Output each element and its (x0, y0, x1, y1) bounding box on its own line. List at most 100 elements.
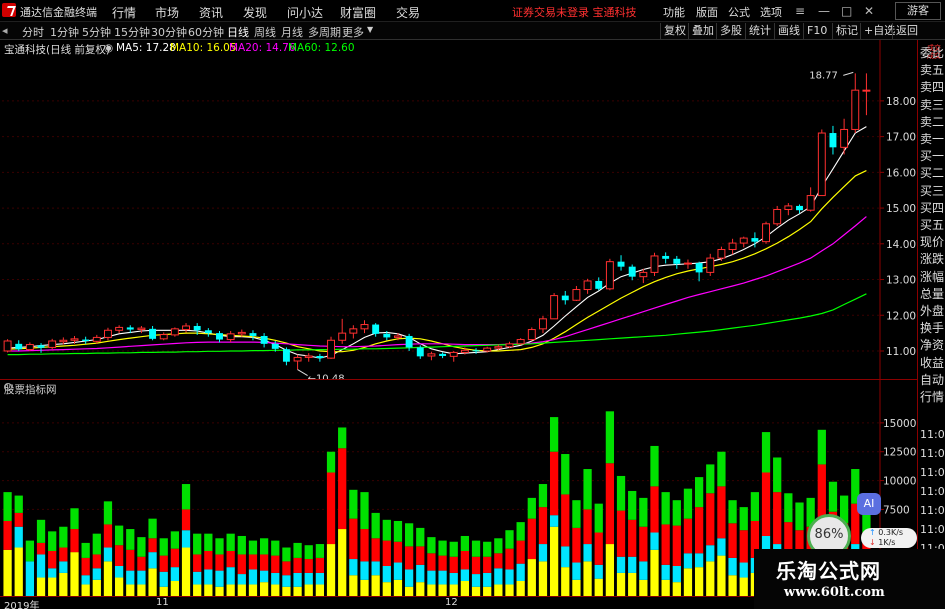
period-tab-more[interactable]: 更多 (342, 24, 364, 40)
volume-bar-segment (48, 568, 57, 578)
side-panel-item[interactable]: 涨幅 (920, 270, 945, 284)
side-panel-item[interactable]: 委比 (920, 46, 945, 60)
side-panel-item[interactable]: 涨跌 (920, 252, 945, 266)
volume-bar-segment (661, 564, 670, 580)
volume-bar-segment (516, 563, 525, 581)
volume-bar-segment (583, 561, 592, 596)
side-panel-item[interactable]: 买二 (920, 166, 945, 180)
volume-bar-segment (828, 481, 838, 512)
side-panel-item[interactable]: 现价 (920, 235, 945, 249)
period-tab-1min[interactable]: 1分钟 (50, 24, 79, 40)
toolbar-adjust-button[interactable]: 复权 (660, 23, 689, 39)
period-tab-5min[interactable]: 5分钟 (82, 24, 111, 40)
volume-bar-segment (248, 540, 258, 555)
menu-ask[interactable]: 问小达 (287, 4, 323, 21)
candle-body-up (639, 271, 648, 278)
side-panel-item[interactable]: 卖五 (920, 63, 945, 77)
toolbar-mark-button[interactable]: 标记 (832, 23, 861, 39)
side-panel-item[interactable]: 买五 (920, 218, 945, 232)
ai-assistant-button[interactable]: AI (857, 493, 881, 515)
menu-discover[interactable]: 发现 (243, 4, 267, 21)
legend-settings-icon[interactable]: ◉ (104, 42, 113, 54)
collapse-arrow-icon[interactable]: ◂ (2, 24, 8, 37)
volume-bar-segment (382, 519, 391, 541)
period-tab-weekly[interactable]: 周线 (254, 24, 276, 40)
candle (539, 315, 547, 334)
price-tick-label: 16.00 (886, 167, 916, 179)
minimize-icon[interactable]: — (818, 4, 830, 18)
side-panel-item[interactable]: 买三 (920, 184, 945, 198)
menu-formula[interactable]: 公式 (728, 4, 750, 20)
toolbar-f10-button[interactable]: F10 (803, 23, 830, 39)
side-panel-item[interactable]: 收益 (920, 356, 945, 370)
volume-bar-segment (784, 493, 793, 523)
menu-news[interactable]: 资讯 (199, 4, 223, 21)
volume-bar-segment (416, 582, 425, 596)
side-panel-item[interactable]: 买四 (920, 201, 945, 215)
side-panel-item[interactable]: 净资 (920, 338, 945, 352)
volume-bar-segment (572, 500, 581, 528)
candle-body-up (182, 325, 190, 331)
guest-button[interactable]: 游客 (895, 2, 941, 20)
side-panel-item[interactable]: 总量 (920, 287, 945, 301)
candle-body-down (695, 263, 703, 273)
menu-quotes[interactable]: 行情 (112, 4, 136, 21)
candle-body-up (773, 208, 782, 225)
candle-body-up (449, 351, 458, 357)
side-panel-item[interactable]: 卖四 (920, 80, 945, 94)
menu-trade[interactable]: 交易 (396, 4, 420, 21)
candle-body-down (82, 339, 90, 341)
toolbar-stats-button[interactable]: 统计 (745, 23, 774, 39)
close-icon[interactable]: ✕ (864, 4, 874, 18)
volume-bar-segment (371, 512, 380, 539)
period-tab-30min[interactable]: 30分钟 (151, 24, 187, 40)
volume-bar-segment (538, 507, 548, 545)
volume-bar-segment (561, 546, 570, 568)
volume-bar-segment (360, 561, 369, 580)
toolbar-back-button[interactable]: 返回 (892, 23, 921, 39)
indicator-settings-icon[interactable] (4, 383, 12, 391)
volume-bar-segment (193, 584, 202, 596)
menu-options[interactable]: 选项 (760, 4, 782, 20)
trade-login-notice[interactable]: 证券交易未登录 宝通科技 (512, 4, 637, 20)
period-tab-60min[interactable]: 60分钟 (188, 24, 224, 40)
period-tab-daily[interactable]: 日线 (227, 24, 249, 40)
side-panel-item[interactable]: 卖三 (920, 98, 945, 112)
menu-wealth-circle[interactable]: 财富圈 (340, 4, 376, 21)
side-panel-item[interactable]: 买一 (920, 149, 945, 163)
side-panel-item[interactable]: 换手 (920, 321, 945, 335)
high-price-label: 18.77 (809, 70, 838, 81)
kline-chart[interactable]: 18.77←10.48 18.0017.0016.0015.0014.0013.… (0, 40, 945, 380)
side-panel-item[interactable]: 行情 (920, 390, 945, 404)
menu-market[interactable]: 市场 (155, 4, 179, 21)
side-panel-item[interactable]: 自动 (920, 373, 945, 387)
menu-function[interactable]: 功能 (663, 4, 685, 20)
volume-bar-segment (137, 537, 146, 557)
window-menu-icon[interactable]: ≡ (795, 4, 805, 18)
period-tab-monthly[interactable]: 月线 (281, 24, 303, 40)
volume-bar-segment (14, 526, 23, 548)
side-panel-item[interactable]: 卖一 (920, 132, 945, 146)
volume-bar-segment (148, 552, 157, 569)
period-tab-intraday[interactable]: 分时 (22, 24, 44, 40)
toolbar-draw-button[interactable]: 画线 (774, 23, 803, 39)
candle (806, 187, 815, 212)
more-dropdown-icon[interactable]: ▼ (367, 25, 373, 34)
candle-body-down (617, 261, 625, 267)
watermark: 乐淘公式网 www.60lt.com (754, 549, 945, 609)
period-tab-multi[interactable]: 多周期 (308, 24, 341, 40)
volume-bar-segment (126, 549, 135, 571)
volume-bar-segment (137, 556, 146, 571)
volume-bar-segment (393, 520, 403, 542)
side-panel-item[interactable]: 卖二 (920, 115, 945, 129)
side-panel-item[interactable]: 外盘 (920, 304, 945, 318)
period-tab-15min[interactable]: 15分钟 (114, 24, 150, 40)
menu-layout[interactable]: 版面 (696, 4, 718, 20)
toolbar-multi-stock-button[interactable]: 多股 (716, 23, 745, 39)
download-arrow-icon: ↓ (869, 538, 876, 547)
toolbar-overlay-button[interactable]: 叠加 (688, 23, 717, 39)
volume-bar-segment (516, 540, 525, 564)
candle-body-down (316, 355, 324, 359)
maximize-icon[interactable]: □ (841, 4, 852, 18)
download-speed: 1K/s (878, 538, 896, 547)
